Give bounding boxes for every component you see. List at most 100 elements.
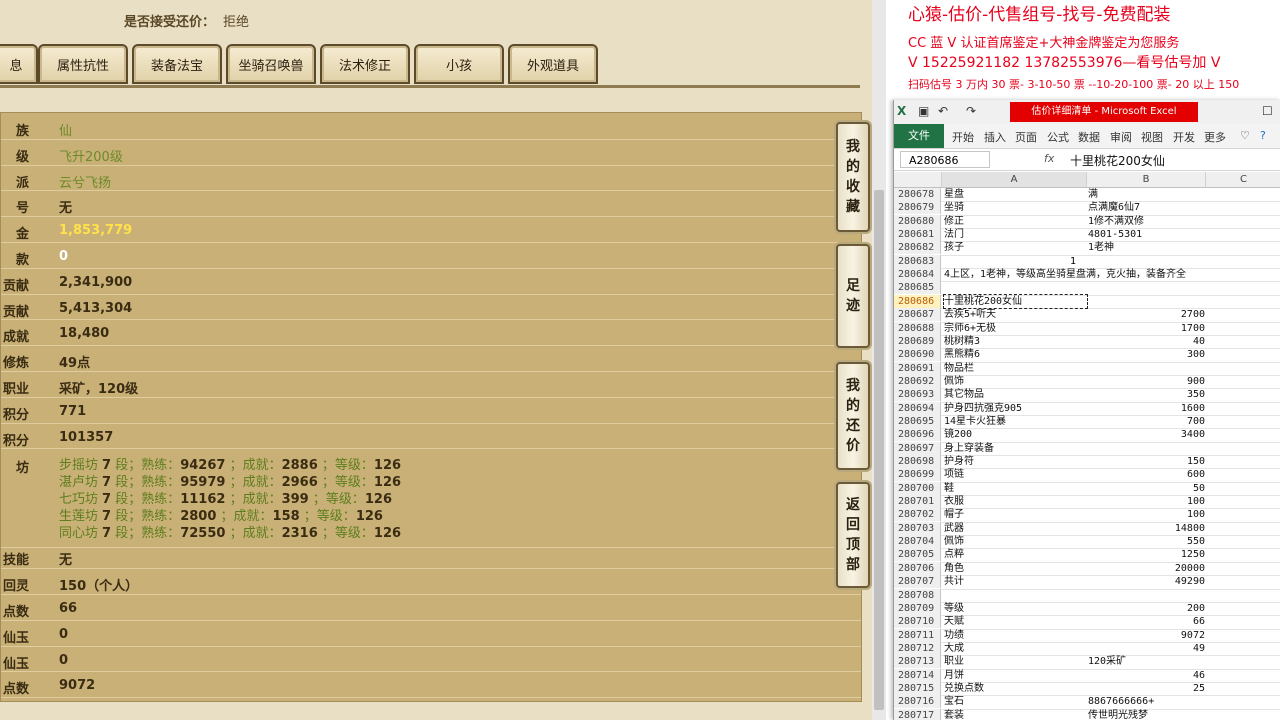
sheet-row[interactable]: 280693 其它物品 350: [894, 388, 1280, 403]
sheet-row[interactable]: 280682 孩子 1老神: [894, 241, 1280, 256]
cell-b[interactable]: 550: [1088, 535, 1205, 548]
cell-b[interactable]: 25: [1088, 682, 1205, 695]
sheet-row[interactable]: 280688 宗师6+无极 1700: [894, 321, 1280, 336]
sheet-row[interactable]: 280715 兑换点数 25: [894, 681, 1280, 697]
sheet-row[interactable]: 280678 星盘满: [894, 188, 1280, 203]
cell-b[interactable]: 300: [1088, 348, 1205, 361]
sheet-row[interactable]: 280689 桃树精3 40: [894, 334, 1280, 350]
cell-a[interactable]: 鞋: [944, 482, 1087, 495]
ribbon-tab-more[interactable]: 更多: [1204, 129, 1226, 145]
row-number[interactable]: 280704: [894, 535, 941, 549]
cell-b[interactable]: 2700: [1088, 308, 1205, 321]
cell-a[interactable]: 佩饰: [944, 535, 1087, 548]
cell-a[interactable]: 佩饰: [944, 375, 1087, 388]
row-number[interactable]: 280711: [894, 628, 941, 642]
sheet-row[interactable]: 280695 14星卡火狂暴 700: [894, 414, 1280, 430]
select-all-corner[interactable]: [894, 172, 942, 188]
cell-a[interactable]: 星盘: [944, 188, 1087, 201]
ribbon-file-tab[interactable]: 文件: [894, 124, 944, 148]
sheet-row[interactable]: 280707 共计 49290: [894, 575, 1280, 590]
cell-a[interactable]: 套装: [944, 709, 1087, 720]
cell-b[interactable]: 66: [1088, 615, 1205, 628]
row-number[interactable]: 280691: [894, 361, 941, 375]
cell-a[interactable]: 等级: [944, 602, 1087, 615]
my-favorites-button[interactable]: 我的收藏: [836, 122, 870, 232]
ribbon-tab-formulas[interactable]: 公式: [1047, 129, 1069, 145]
sheet-row[interactable]: 280703 武器 14800: [894, 521, 1280, 537]
help-icon[interactable]: ?: [1260, 129, 1266, 142]
cell-b[interactable]: 600: [1088, 468, 1205, 481]
formula-input[interactable]: 十里桃花200女仙: [1070, 152, 1165, 169]
cell-a[interactable]: 宗师6+无极: [944, 322, 1087, 335]
my-counter-offers-button[interactable]: 我的还价: [836, 362, 870, 470]
row-number[interactable]: 280681: [894, 228, 941, 242]
redo-icon[interactable]: ↷: [966, 104, 976, 118]
cell-b[interactable]: 3400: [1088, 428, 1205, 441]
row-number[interactable]: 280714: [894, 668, 941, 682]
cell-a-value[interactable]: 1: [1070, 255, 1076, 268]
cell-a[interactable]: 法门: [944, 228, 1087, 241]
row-number[interactable]: 280687: [894, 308, 941, 322]
cell-a[interactable]: 坐骑: [944, 201, 1087, 214]
cell-a[interactable]: 武器: [944, 522, 1087, 535]
sheet-row[interactable]: 280679 坐骑 点满魔6仙7: [894, 201, 1280, 216]
sheet-row[interactable]: 280680 修正 1修不满双修: [894, 214, 1280, 230]
cell-a[interactable]: 大成: [944, 642, 1087, 655]
cell-a[interactable]: 宝石: [944, 695, 1087, 708]
save-icon[interactable]: ▣: [918, 104, 929, 118]
tab-mounts-pets[interactable]: 坐骑召唤兽: [226, 44, 316, 84]
row-number[interactable]: 280678: [894, 188, 941, 201]
cell-a[interactable]: 功绩: [944, 629, 1087, 642]
sheet-row[interactable]: 280708: [894, 588, 1280, 603]
sheet-row[interactable]: 280704 佩饰 550: [894, 535, 1280, 550]
column-header-c[interactable]: C: [1206, 172, 1280, 188]
name-box[interactable]: A280686: [900, 151, 990, 168]
column-header-a[interactable]: A: [942, 172, 1087, 188]
cell-a[interactable]: 天赋: [944, 615, 1087, 628]
cell-a[interactable]: 孩子: [944, 241, 1087, 254]
cell-a[interactable]: 修正: [944, 215, 1087, 228]
ribbon-tab-developer[interactable]: 开发: [1173, 129, 1195, 145]
sheet-row[interactable]: 280714 月饼 46: [894, 668, 1280, 683]
sheet-row[interactable]: 280717 套装 传世明光残梦: [894, 708, 1280, 720]
cell-a[interactable]: 黑熊精6: [944, 348, 1087, 361]
tab-attributes[interactable]: 属性抗性: [38, 44, 128, 84]
cell-b[interactable]: 46: [1088, 669, 1205, 682]
sheet-row[interactable]: 280685: [894, 281, 1280, 296]
row-number[interactable]: 280702: [894, 508, 941, 522]
ribbon-tab-data[interactable]: 数据: [1078, 129, 1100, 145]
cell-b[interactable]: 900: [1088, 375, 1205, 388]
row-number[interactable]: 280717: [894, 708, 941, 720]
ribbon-tab-home[interactable]: 开始: [952, 129, 974, 145]
row-number[interactable]: 280680: [894, 214, 941, 228]
cell-b[interactable]: 14800: [1088, 522, 1205, 535]
row-number[interactable]: 280695: [894, 414, 941, 428]
maximize-icon[interactable]: ☐: [1262, 104, 1273, 118]
sheet-row[interactable]: 280712 大成 49: [894, 641, 1280, 657]
cell-b[interactable]: 200: [1088, 602, 1205, 615]
sheet-row[interactable]: 280687 去疾5+听天 2700: [894, 308, 1280, 323]
cell-a[interactable]: 点粹: [944, 548, 1087, 561]
cell-b[interactable]: 700: [1088, 415, 1205, 428]
sheet-row[interactable]: 280713 职业 120采矿: [894, 655, 1280, 670]
cell-a[interactable]: 护身符: [944, 455, 1087, 468]
cell-b[interactable]: 20000: [1088, 562, 1205, 575]
cell-b[interactable]: 满: [1088, 188, 1205, 201]
row-number[interactable]: 280693: [894, 388, 941, 402]
cell-b[interactable]: 1老神: [1088, 241, 1205, 254]
sheet-row[interactable]: 280705 点粹 1250: [894, 548, 1280, 563]
cell-b[interactable]: 8867666666+: [1088, 695, 1205, 708]
row-number[interactable]: 280682: [894, 241, 941, 255]
row-number[interactable]: 280700: [894, 481, 941, 495]
sheet-row[interactable]: 280701 衣服 100: [894, 495, 1280, 510]
cell-b[interactable]: 1修不满双修: [1088, 215, 1205, 228]
row-number[interactable]: 280686: [894, 294, 941, 308]
cell-b[interactable]: 4801-5301: [1088, 228, 1205, 241]
row-number[interactable]: 280679: [894, 201, 941, 215]
cell-a[interactable]: 项链: [944, 468, 1087, 481]
sheet-row[interactable]: 280702 帽子 100: [894, 508, 1280, 523]
cell-a[interactable]: 角色: [944, 562, 1087, 575]
row-number[interactable]: 280692: [894, 374, 941, 388]
cell-b[interactable]: 150: [1088, 455, 1205, 468]
column-header-b[interactable]: B: [1087, 172, 1206, 188]
